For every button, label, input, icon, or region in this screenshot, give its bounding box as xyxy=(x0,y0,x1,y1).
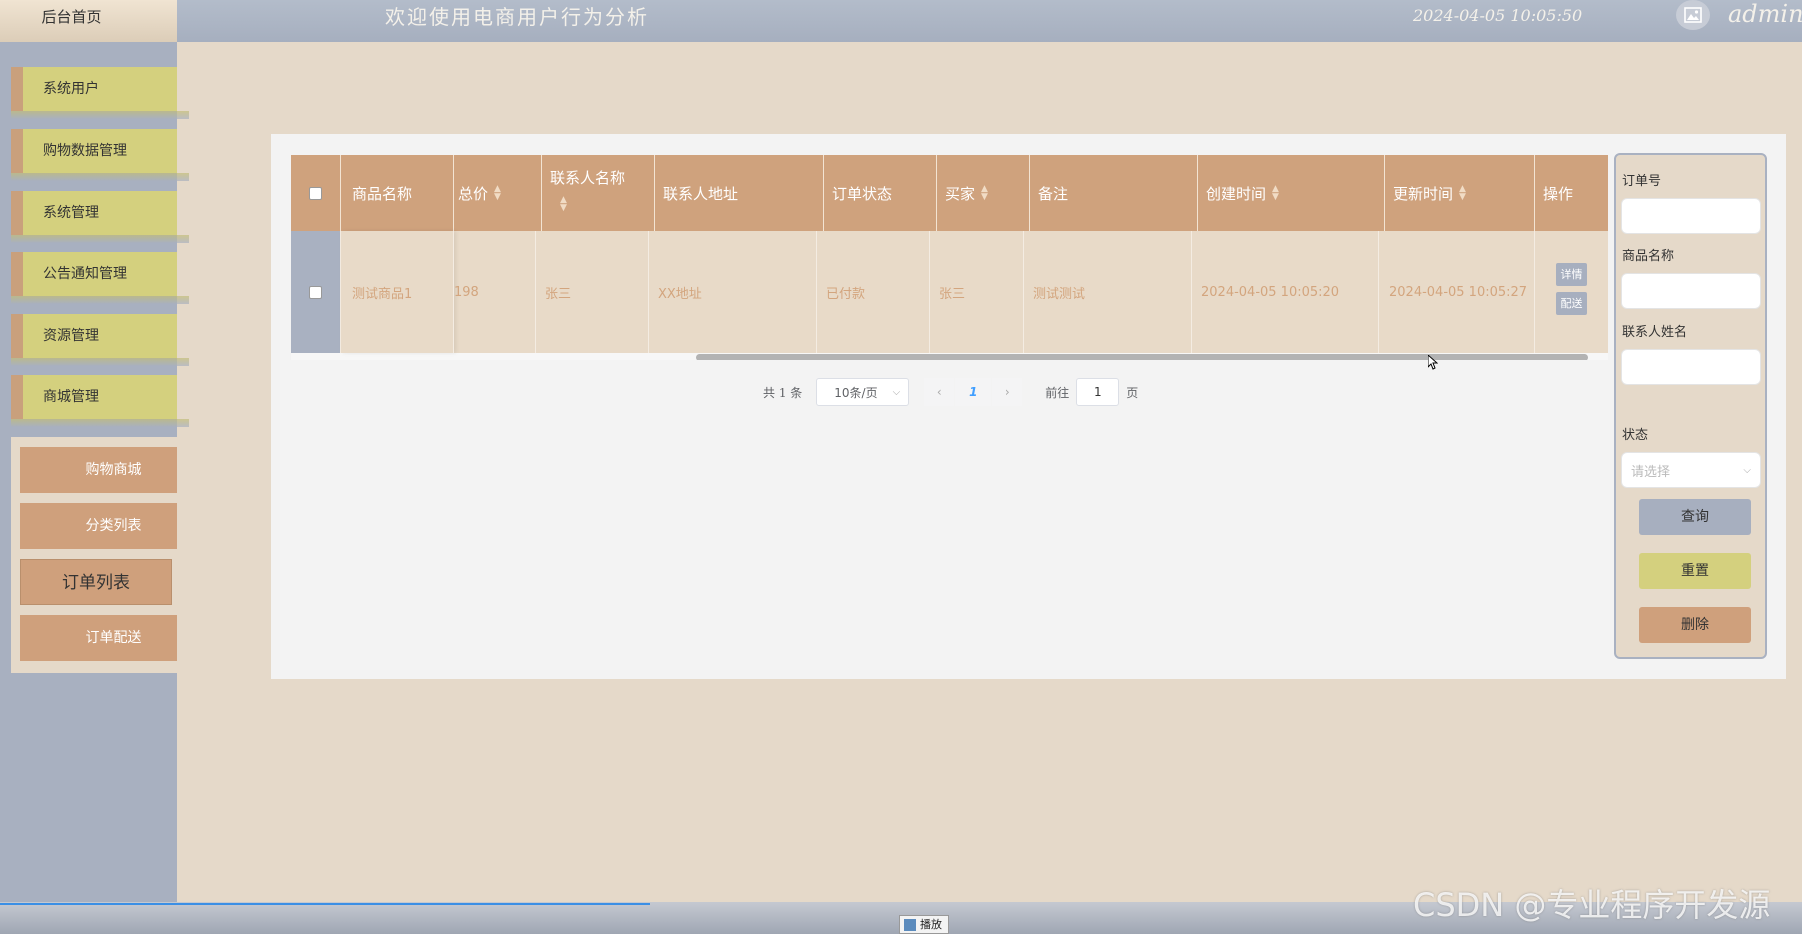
cell-total: 198 xyxy=(454,231,536,353)
submenu-item-category-list[interactable]: 分类列表 xyxy=(20,503,177,549)
cell-product-name: 测试商品1 xyxy=(341,231,454,353)
submenu-item-order-delivery[interactable]: 订单配送 xyxy=(20,615,177,661)
row-checkbox[interactable] xyxy=(309,285,322,299)
current-datetime: 2024-04-05 10:05:50 xyxy=(1413,6,1583,25)
sidebar-item-mall-management[interactable]: 商城管理 xyxy=(11,375,189,427)
col-header-order-status: 订单状态 xyxy=(824,155,937,231)
cell-order-status: 已付款 xyxy=(817,231,930,353)
orders-table: 商品名称 总价 ▲ ▼ 联系人名称 ▲ ▼ 联系人地址 订单状态 买家 ▲ ▼ 备注 创建时… xyxy=(291,155,1608,360)
horizontal-scrollbar[interactable] xyxy=(696,354,1588,360)
avatar[interactable] xyxy=(1676,0,1710,30)
col-header-actions: 操作 xyxy=(1543,184,1574,203)
next-page-button[interactable]: › xyxy=(992,378,1023,406)
sort-icon[interactable]: ▲ ▼ xyxy=(560,196,567,213)
cell-created: 2024-04-05 10:05:20 xyxy=(1192,231,1379,353)
pagination: 共 1 条 10条/页 ⌵ ‹ 1 › 前往 1 页 xyxy=(763,378,1138,406)
deliver-button[interactable]: 配送 xyxy=(1556,292,1587,315)
search-panel: 订单号 商品名称 联系人姓名 状态 请选择 ⌵ 查询 重置 删除 xyxy=(1614,153,1767,659)
col-header-updated[interactable]: 更新时间 ▲ ▼ xyxy=(1385,155,1535,231)
sidebar: 系统用户 购物数据管理 系统管理 公告通知管理 资源管理 商城管理 购物商城 分… xyxy=(0,42,189,902)
order-no-input[interactable] xyxy=(1621,198,1761,234)
reset-button[interactable]: 重置 xyxy=(1639,553,1751,589)
chevron-left-icon: ‹ xyxy=(936,385,942,399)
username[interactable]: admin xyxy=(1728,0,1802,28)
cell-buyer: 张三 xyxy=(930,231,1024,353)
prev-page-button[interactable]: ‹ xyxy=(924,378,955,406)
status-select[interactable]: 请选择 ⌵ xyxy=(1621,452,1761,488)
watermark: CSDN @专业程序开发源 xyxy=(1413,886,1771,924)
cell-contact-address: XX地址 xyxy=(649,231,817,353)
product-name-input[interactable] xyxy=(1621,273,1761,309)
mall-submenu: 购物商城 分类列表 订单列表 订单配送 xyxy=(11,437,177,673)
col-header-contact-name[interactable]: 联系人名称 ▲ ▼ xyxy=(542,155,655,231)
chevron-right-icon: › xyxy=(1004,385,1010,399)
video-progress-bar[interactable] xyxy=(0,903,650,905)
delete-button[interactable]: 删除 xyxy=(1639,607,1751,643)
col-header-product-name: 商品名称 xyxy=(341,155,454,231)
sidebar-item-system-users[interactable]: 系统用户 xyxy=(11,67,189,119)
play-icon xyxy=(904,919,916,931)
col-header-buyer[interactable]: 买家 ▲ ▼ xyxy=(937,155,1030,231)
total-count: 共 1 条 xyxy=(763,385,803,400)
cell-actions: 详情 配送 xyxy=(1535,231,1608,353)
goto-page-input[interactable]: 1 xyxy=(1076,378,1120,406)
select-all-cell xyxy=(291,155,341,231)
play-button[interactable]: 播放 xyxy=(899,915,949,934)
submenu-item-order-list[interactable]: 订单列表 xyxy=(20,559,172,605)
select-all-checkbox[interactable] xyxy=(309,186,322,200)
sidebar-item-shopping-data[interactable]: 购物数据管理 xyxy=(11,129,189,181)
sidebar-item-announcements[interactable]: 公告通知管理 xyxy=(11,252,189,304)
goto-suffix: 页 xyxy=(1126,385,1139,400)
status-label: 状态 xyxy=(1622,428,1649,443)
sidebar-item-system-management[interactable]: 系统管理 xyxy=(11,191,189,243)
chevron-down-icon: ⌵ xyxy=(892,386,901,398)
cell-updated: 2024-04-05 10:05:27 xyxy=(1379,231,1535,353)
goto-label: 前往 xyxy=(1045,385,1070,400)
contact-name-label: 联系人姓名 xyxy=(1622,325,1688,340)
image-icon xyxy=(1684,7,1702,23)
sort-icon[interactable]: ▲ ▼ xyxy=(494,185,501,202)
site-title: 欢迎使用电商用户行为分析 xyxy=(385,5,649,29)
page-size-select[interactable]: 10条/页 ⌵ xyxy=(816,378,910,406)
sort-icon[interactable]: ▲ ▼ xyxy=(1459,185,1466,202)
sidebar-item-resources[interactable]: 资源管理 xyxy=(11,314,189,366)
mouse-cursor-icon xyxy=(1428,355,1438,370)
submenu-item-shopping-mall[interactable]: 购物商城 xyxy=(20,447,177,493)
home-link[interactable]: 后台首页 xyxy=(0,0,177,42)
top-bar: 后台首页 欢迎使用电商用户行为分析 2024-04-05 10:05:50 ad… xyxy=(0,0,1802,42)
product-name-label: 商品名称 xyxy=(1622,249,1675,264)
col-header-contact-address: 联系人地址 xyxy=(655,155,824,231)
chevron-down-icon: ⌵ xyxy=(1743,464,1751,476)
sort-icon[interactable]: ▲ ▼ xyxy=(981,185,988,202)
col-header-remark: 备注 xyxy=(1030,155,1198,231)
col-header-total[interactable]: 总价 ▲ ▼ xyxy=(454,155,542,231)
cell-contact-name: 张三 xyxy=(536,231,649,353)
page-number[interactable]: 1 xyxy=(955,378,992,406)
cell-remark: 测试测试 xyxy=(1024,231,1192,353)
query-button[interactable]: 查询 xyxy=(1639,499,1751,535)
table-header: 商品名称 总价 ▲ ▼ 联系人名称 ▲ ▼ 联系人地址 订单状态 买家 ▲ ▼ 备注 创建时… xyxy=(291,155,1608,231)
col-header-created[interactable]: 创建时间 ▲ ▼ xyxy=(1198,155,1385,231)
order-no-label: 订单号 xyxy=(1622,174,1662,189)
table-row: 测试商品1 198 张三 XX地址 已付款 张三 测试测试 2024-04-05… xyxy=(291,231,1608,353)
contact-name-input[interactable] xyxy=(1621,349,1761,385)
sort-icon[interactable]: ▲ ▼ xyxy=(1272,185,1279,202)
row-select-cell xyxy=(291,231,341,353)
detail-button[interactable]: 详情 xyxy=(1556,263,1587,286)
